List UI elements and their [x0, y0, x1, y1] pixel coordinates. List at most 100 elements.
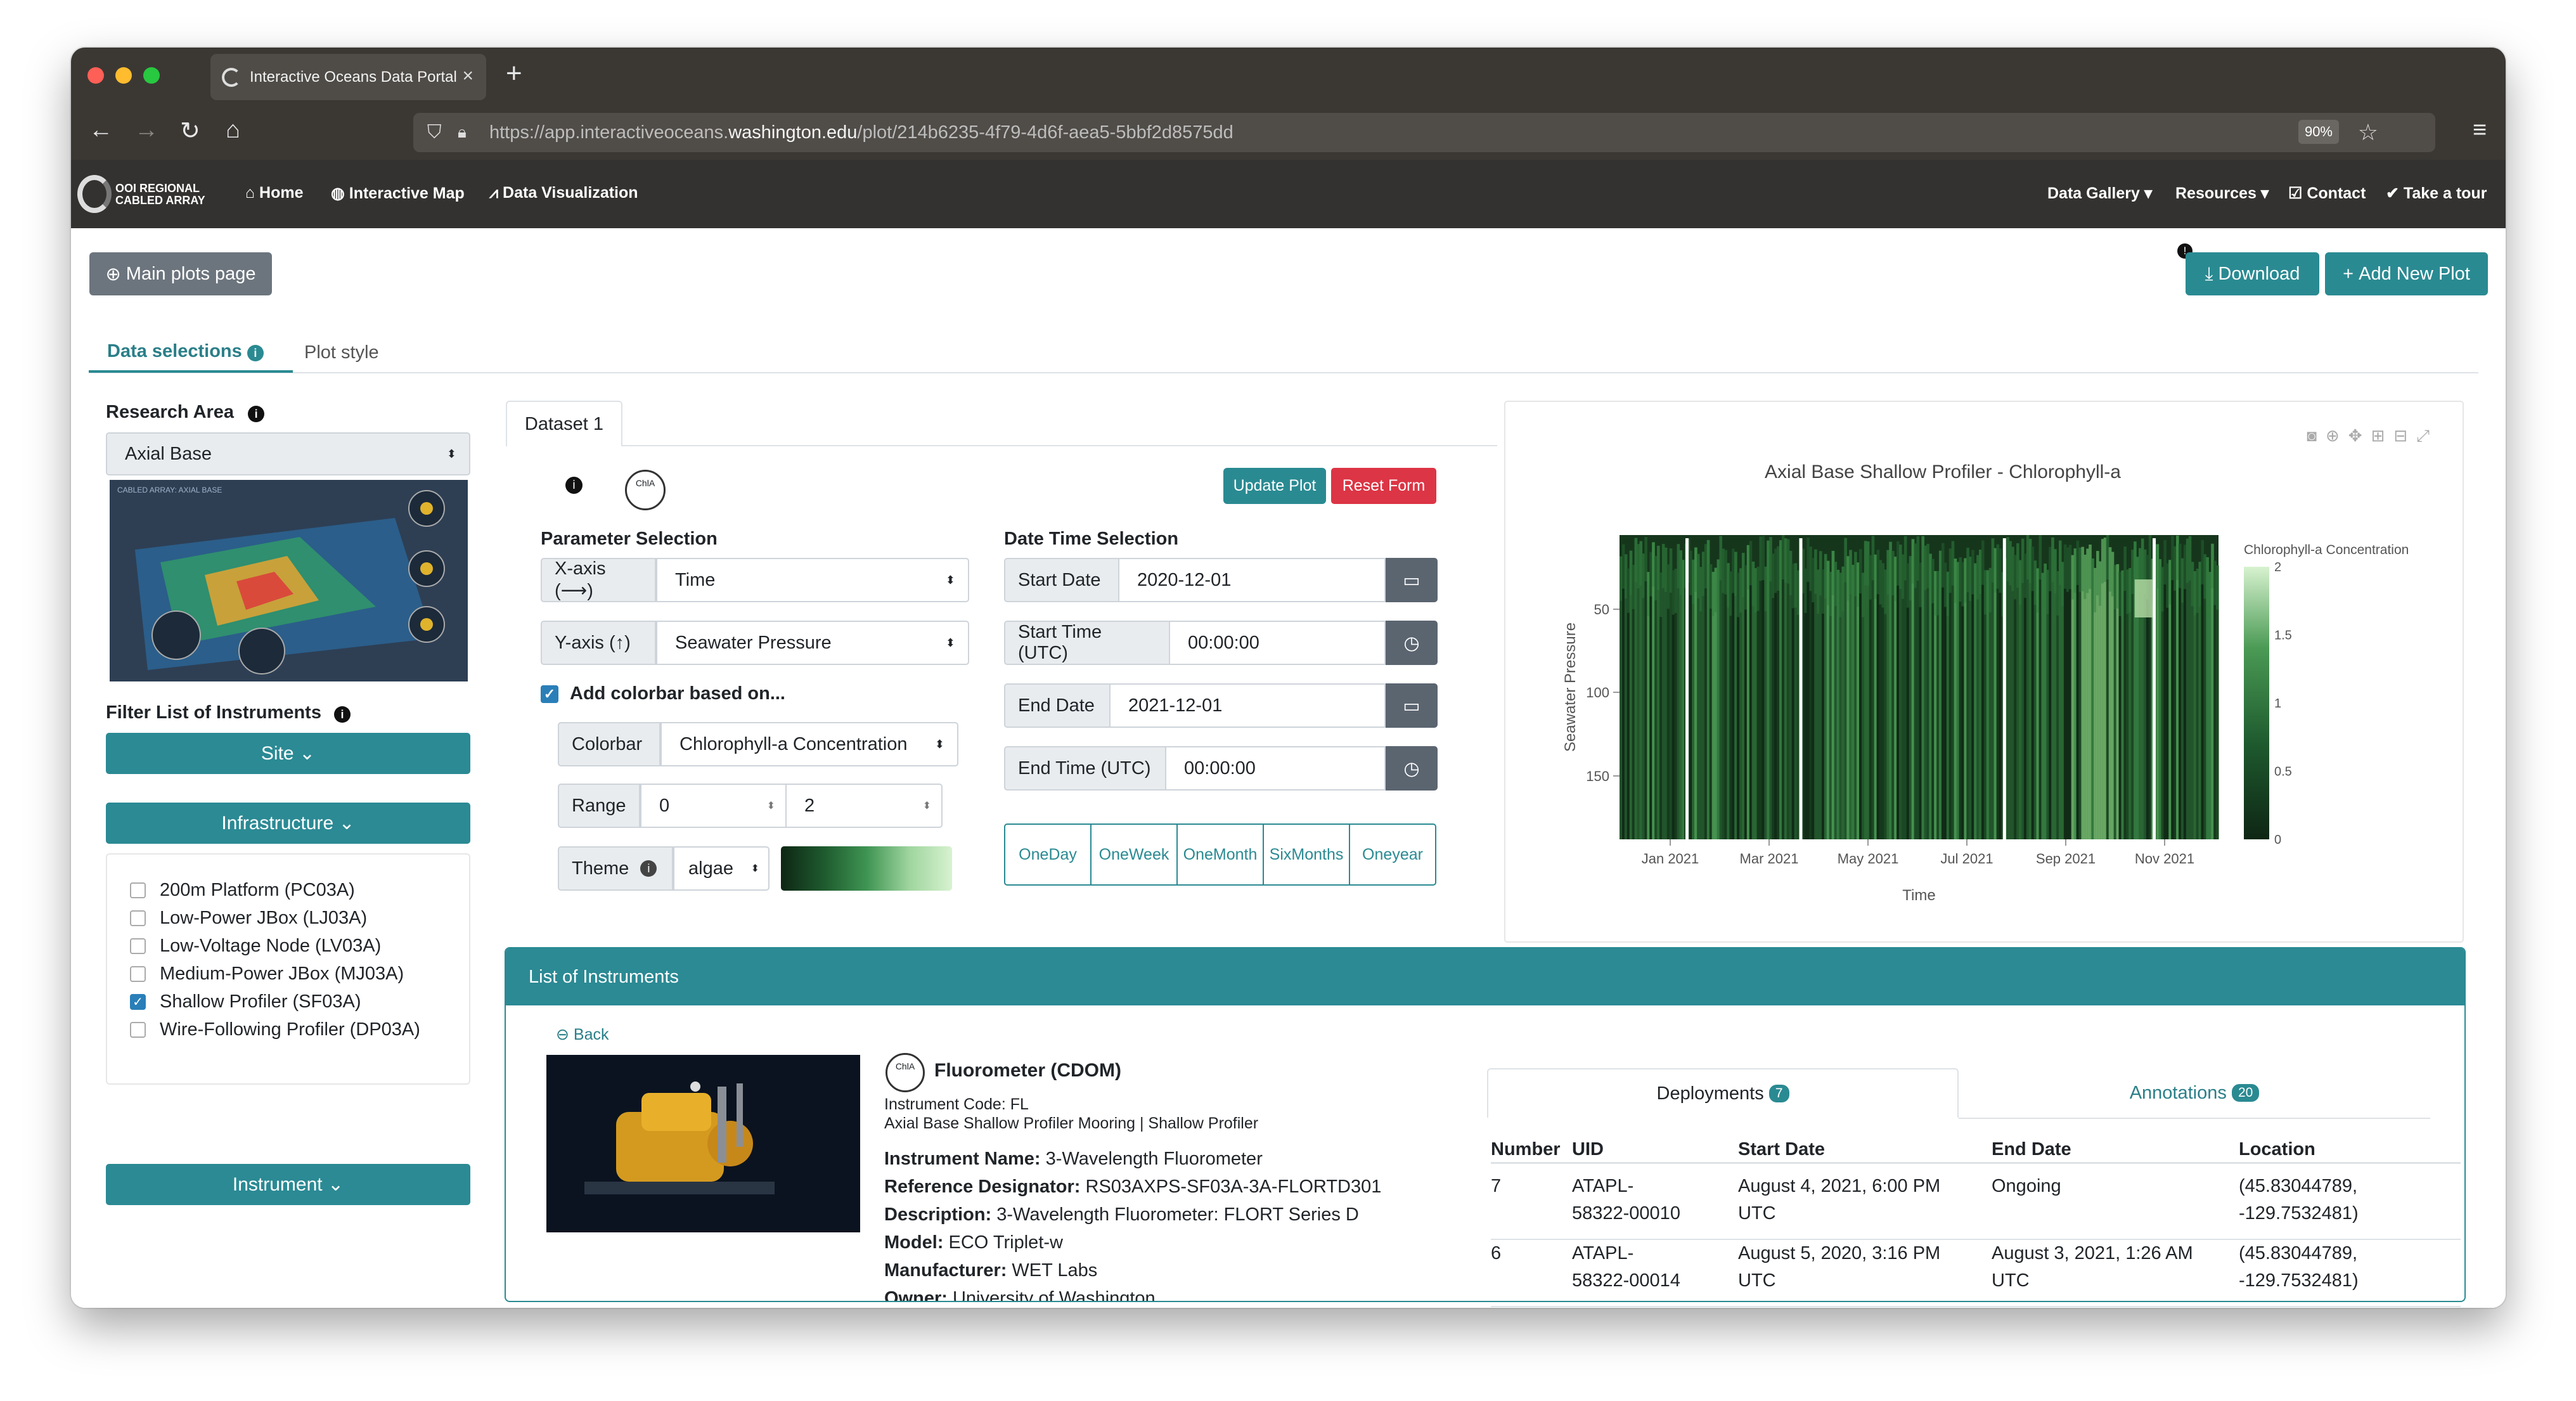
range-min-input[interactable]: 0 ⬍: [640, 784, 787, 828]
x-axis-select[interactable]: Time ⬍: [656, 558, 969, 602]
ooi-logo-icon[interactable]: [77, 175, 112, 213]
six-months-button[interactable]: Six Months: [1264, 825, 1350, 884]
calendar-icon[interactable]: ▭: [1386, 683, 1438, 728]
nav-contact[interactable]: ☑ Contact: [2288, 184, 2366, 203]
one-week-button[interactable]: One Week: [1092, 825, 1178, 884]
infrastructure-list-box: 200m Platform (PC03A) Low-Power JBox (LJ0…: [106, 853, 470, 1085]
close-tab-icon[interactable]: ×: [462, 65, 473, 87]
table-cell: -129.7532481): [2239, 1203, 2359, 1223]
heatmap-cell: [1716, 559, 1720, 604]
checkbox[interactable]: [130, 966, 146, 982]
minimize-window-button[interactable]: [115, 67, 132, 84]
checkbox[interactable]: ✓: [130, 994, 146, 1010]
download-button[interactable]: ⤓ Download: [2186, 252, 2319, 295]
site-filter-button[interactable]: Site ⌄: [106, 733, 470, 774]
heatmap-cell: [1741, 553, 1745, 598]
heatmap-cell: [1709, 564, 1713, 609]
update-plot-button[interactable]: Update Plot: [1223, 468, 1326, 504]
heatmap-cell: [2096, 551, 2099, 596]
heatmap-cell: [1689, 550, 1692, 595]
heatmap-cell: [2063, 544, 2067, 589]
infrastructure-option[interactable]: 200m Platform (PC03A): [130, 880, 355, 901]
infrastructure-option[interactable]: Low-Power JBox (LJ03A): [130, 908, 367, 929]
table-row[interactable]: 7 ATAPL- 58322-00010 August 4, 2021, 6:00 P…: [1491, 1173, 2461, 1240]
nav-resources[interactable]: Resources ▾: [2175, 184, 2269, 203]
calendar-icon[interactable]: ▭: [1386, 558, 1438, 602]
heatmap-cell: [1657, 545, 1660, 590]
close-window-button[interactable]: [87, 67, 104, 84]
infrastructure-option[interactable]: Low-Voltage Node (LV03A): [130, 936, 381, 957]
heatmap-cell: [1846, 556, 1850, 601]
new-tab-icon[interactable]: +: [506, 58, 522, 89]
colorbar-checkbox-row[interactable]: ✓ Add colorbar based on...: [541, 683, 785, 704]
logo-text[interactable]: OOI REGIONAL CABLED ARRAY: [115, 183, 205, 207]
infrastructure-filter-button[interactable]: Infrastructure ⌄: [106, 803, 470, 844]
tab-plot-style[interactable]: Plot style: [304, 342, 379, 363]
heatmap-cell: [2031, 546, 2035, 591]
checkbox[interactable]: [130, 882, 146, 898]
heatmap-cell: [1764, 566, 1767, 611]
nav-data-gallery[interactable]: Data Gallery ▾: [2047, 184, 2152, 203]
infrastructure-option-label: 200m Platform (PC03A): [160, 880, 355, 900]
table-cell: 7: [1491, 1176, 1502, 1196]
x-axis-label: X-axis (⟶): [541, 558, 656, 602]
colorbar-checkbox[interactable]: ✓: [541, 685, 558, 703]
heatmap-cell: [1692, 559, 1695, 604]
infrastructure-option[interactable]: ✓ Shallow Profiler (SF03A): [130, 991, 361, 1012]
colorbar-select[interactable]: Chlorophyll-a Concentration ⬍: [660, 722, 958, 766]
zoom-level[interactable]: 90%: [2298, 120, 2339, 144]
browser-tab[interactable]: Interactive Oceans Data Portal ×: [210, 54, 486, 100]
tab-data-selections[interactable]: Data selections i: [89, 341, 293, 373]
main-plots-button[interactable]: ⊕ Main plots page: [89, 252, 272, 295]
nav-interactive-map[interactable]: ◍ Interactive Map: [331, 184, 465, 203]
end-time-input[interactable]: 00:00:00: [1166, 746, 1386, 791]
data-gap: [2002, 538, 2006, 839]
heatmap-cell: [2108, 547, 2112, 592]
url-bar[interactable]: ⛉ 🔒︎ https://app.interactiveoceans. washi…: [413, 113, 2435, 152]
end-date-input[interactable]: 2021-12-01: [1111, 683, 1386, 728]
zoom-window-button[interactable]: [143, 67, 160, 84]
nav-data-visualization[interactable]: ⩘ Data Visualization: [489, 184, 638, 202]
one-day-button[interactable]: One Day: [1005, 825, 1092, 884]
clock-icon[interactable]: ◷: [1386, 621, 1438, 665]
checkbox[interactable]: [130, 938, 146, 954]
dataset-tab[interactable]: Dataset 1: [506, 401, 622, 446]
infrastructure-option[interactable]: Medium-Power JBox (MJ03A): [130, 964, 404, 985]
heatmap-cell: [1694, 547, 1697, 592]
bookmark-star-icon[interactable]: ☆: [2358, 119, 2378, 146]
heatmap-cell: [1806, 538, 1810, 839]
heatmap-cell: [2038, 535, 2042, 839]
annotations-count-badge: 20: [2231, 1084, 2260, 1102]
one-year-button[interactable]: One year: [1350, 825, 1435, 884]
one-month-button[interactable]: One Month: [1178, 825, 1264, 884]
theme-select[interactable]: algae ⬍: [673, 846, 770, 891]
table-row[interactable]: 6 ATAPL- 58322-00014 August 5, 2020, 3:16 P…: [1491, 1240, 2461, 1307]
add-new-plot-button[interactable]: + Add New Plot: [2325, 252, 2488, 295]
y-axis-select[interactable]: Seawater Pressure ⬍: [656, 621, 969, 665]
checkbox[interactable]: [130, 1022, 146, 1038]
heatmap-cell: [1621, 544, 1625, 589]
nav-take-a-tour[interactable]: ✔ Take a tour: [2386, 184, 2487, 203]
clock-icon[interactable]: ◷: [1386, 746, 1438, 791]
instrument-filter-button[interactable]: Instrument ⌄: [106, 1164, 470, 1205]
heatmap-chart[interactable]: Axial Base Shallow Profiler - Chlorophyl…: [1505, 402, 2463, 941]
range-max-input[interactable]: 2 ⬍: [787, 784, 943, 828]
research-area-select[interactable]: Axial Base ⬍: [106, 432, 470, 475]
heatmap-cell: [1906, 563, 1910, 608]
annotations-tab[interactable]: Annotations 20: [1959, 1068, 2430, 1118]
back-arrow-icon[interactable]: ←: [89, 117, 113, 144]
heatmap-cell: [2041, 572, 2044, 617]
start-time-input[interactable]: 00:00:00: [1170, 621, 1386, 665]
heatmap-cell: [1739, 568, 1742, 613]
reset-form-button[interactable]: Reset Form: [1331, 468, 1436, 504]
infrastructure-option[interactable]: Wire-Following Profiler (DP03A): [130, 1019, 420, 1040]
home-icon[interactable]: ⌂: [226, 117, 240, 144]
forward-arrow-icon[interactable]: →: [134, 117, 158, 144]
menu-icon[interactable]: ≡: [2473, 117, 2487, 144]
checkbox[interactable]: [130, 910, 146, 926]
start-date-input[interactable]: 2020-12-01: [1119, 558, 1386, 602]
back-link[interactable]: ⊖ Back: [556, 1025, 609, 1044]
deployments-tab[interactable]: Deployments 7: [1487, 1068, 1959, 1118]
reload-icon[interactable]: ↻: [180, 117, 200, 145]
nav-home[interactable]: ⌂ Home: [245, 184, 304, 202]
